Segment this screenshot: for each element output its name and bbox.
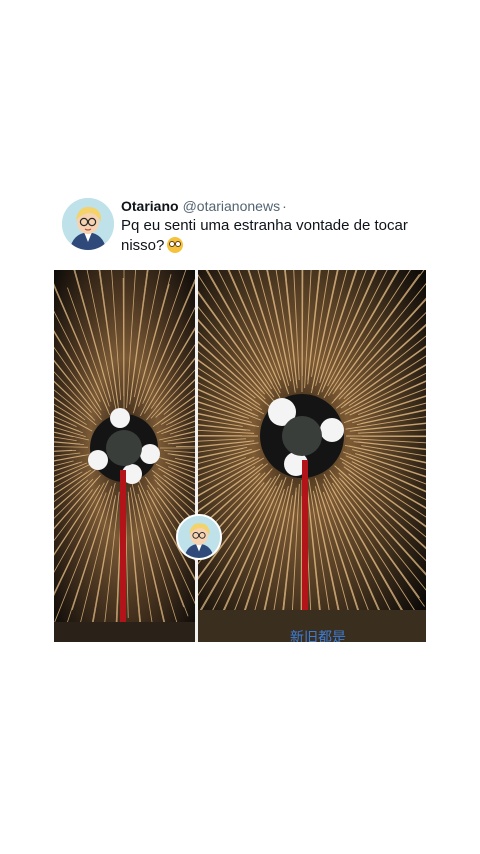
tweet-text-content: Pq eu senti uma estranha vontade de toca… bbox=[121, 217, 408, 254]
video-caption-overlay: 新旧都是 bbox=[290, 630, 346, 642]
tweet-header: Otariano @otarianonews · Pq eu senti uma e… bbox=[62, 198, 462, 258]
overlay-avatar bbox=[176, 514, 222, 560]
display-name[interactable]: Otariano bbox=[121, 198, 179, 214]
fireworks-left-icon bbox=[54, 270, 195, 642]
screenshot-page: Otariano @otarianonews · Pq eu senti uma e… bbox=[0, 0, 480, 854]
profile-avatar[interactable] bbox=[62, 198, 114, 250]
fireworks-video-left[interactable] bbox=[54, 270, 195, 642]
tweet-text: Pq eu senti uma estranha vontade de toca… bbox=[121, 216, 421, 256]
user-handle[interactable]: @otarianonews bbox=[183, 198, 281, 214]
fireworks-video-right[interactable]: 新旧都是 bbox=[198, 270, 426, 642]
tweet-media[interactable]: 新旧都是 bbox=[54, 270, 426, 642]
fireworks-right-icon: 新旧都是 bbox=[198, 270, 426, 642]
name-line: Otariano @otarianonews · bbox=[121, 198, 287, 215]
separator-dot: · bbox=[282, 198, 287, 214]
flushed-face-emoji-icon bbox=[167, 237, 184, 253]
